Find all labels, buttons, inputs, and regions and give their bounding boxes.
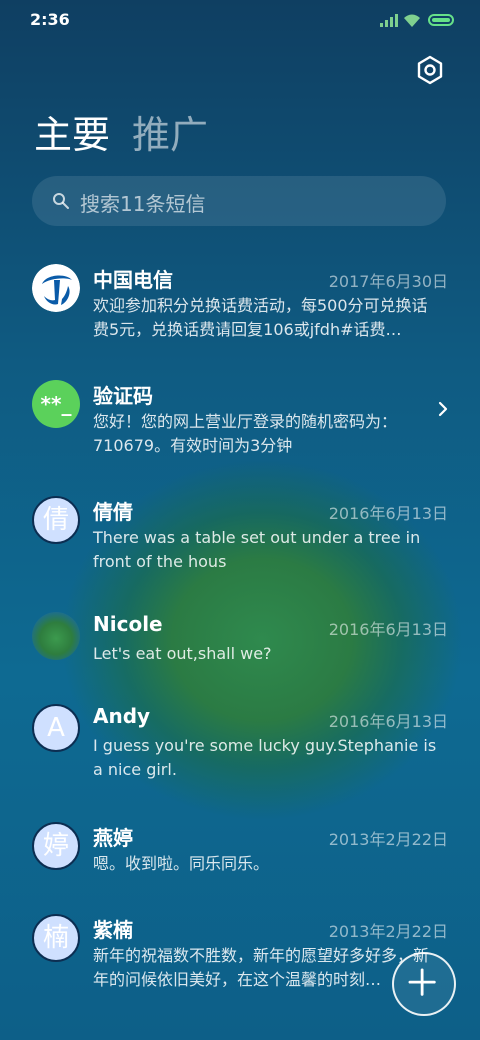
verification-avatar: **_ [32,380,80,428]
conversation-preview: There was a table set out under a tree i… [93,528,421,571]
avatar: A [32,704,80,752]
conversation-date: 2013年2月22日 [328,830,448,849]
tab-primary[interactable]: 主要 [34,112,110,158]
conversation-preview: I guess you're some lucky guy.Stephanie … [93,736,437,779]
plus-icon [408,968,436,996]
compose-button[interactable] [392,952,456,1016]
conversation-name: 紫楠 [93,918,133,942]
tab-bar: 主要 推广 [34,108,208,158]
conversation-preview: 欢迎参加积分兑换话费活动，每500分可兑换话费5元，兑换话费请回复106或jfd… [93,296,428,339]
conversation-name: 中国电信 [93,268,173,292]
avatar-letter: 倩 [42,505,69,535]
conversation-preview: 嗯。收到啦。同乐同乐。 [93,854,270,873]
search-icon [53,193,69,209]
avatar: 婷 [32,822,80,870]
conversation-preview: 新年的祝福数不胜数，新年的愿望好多好多，新年的问候依旧美好，在这个温馨的时刻… [93,946,430,989]
avatar-letter: 楠 [42,923,69,953]
battery-icon [428,14,454,26]
avatar-letter: A [47,713,65,743]
verification-avatar-text: **_ [40,392,72,416]
conversation-date: 2016年6月13日 [328,620,448,639]
wifi-icon [404,14,420,27]
conversation-item[interactable]: 中国电信 2017年6月30日 欢迎参加积分兑换话费活动，每500分可兑换话费5… [0,264,480,364]
avatar: 楠 [32,914,80,962]
settings-icon[interactable] [414,54,446,86]
search-bar[interactable]: 搜索11条短信 [32,176,446,226]
conversation-item[interactable]: 倩 倩倩 2016年6月13日 There was a table set ou… [0,496,480,596]
conversation-name: 倩倩 [93,500,133,524]
conversation-date: 2016年6月13日 [328,712,448,731]
conversation-name: 验证码 [93,384,153,408]
conversation-item[interactable]: Nicole 2016年6月13日 Let's eat out,shall we… [0,612,480,712]
conversation-name: Nicole [93,612,163,636]
conversation-item[interactable]: **_ 验证码 您好！您的网上营业厅登录的随机密码为：710679。有效时间为3… [0,380,480,480]
conversation-name: Andy [93,704,151,728]
search-placeholder: 搜索11条短信 [80,192,206,216]
status-bar: 2:36 [0,0,480,40]
conversation-item[interactable]: 婷 燕婷 2013年2月22日 嗯。收到啦。同乐同乐。 [0,822,480,922]
status-time: 2:36 [30,10,70,29]
conversation-date: 2016年6月13日 [328,504,448,523]
signal-icon [380,14,398,27]
conversation-date: 2017年6月30日 [328,272,448,291]
conversation-preview: 您好！您的网上营业厅登录的随机密码为：710679。有效时间为3分钟 [93,412,398,455]
photo-avatar [32,612,80,660]
conversation-name: 燕婷 [93,826,133,850]
chevron-right-icon[interactable] [436,400,450,418]
conversation-item[interactable]: A Andy 2016年6月13日 I guess you're some lu… [0,704,480,804]
conversation-preview: Let's eat out,shall we? [93,644,272,663]
china-telecom-logo [32,264,80,312]
avatar-letter: 婷 [42,831,69,861]
avatar: 倩 [32,496,80,544]
tab-promotions[interactable]: 推广 [132,112,208,158]
conversation-date: 2013年2月22日 [328,922,448,941]
